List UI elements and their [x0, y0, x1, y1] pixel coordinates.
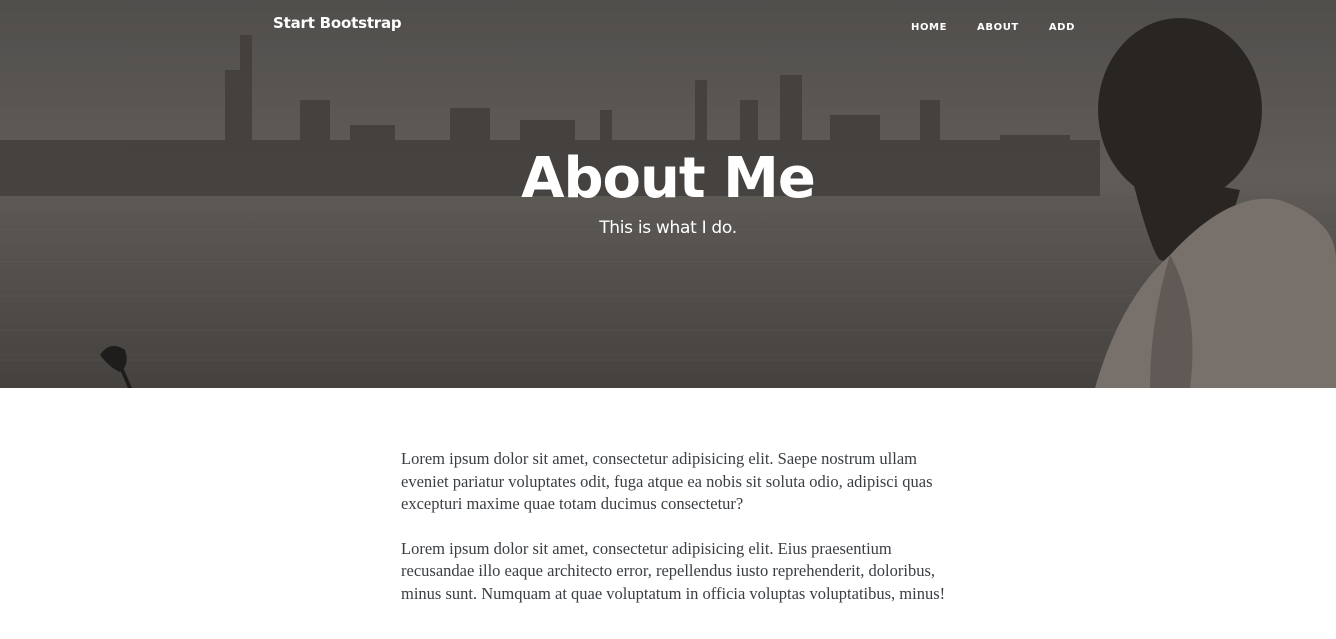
content-paragraph: Lorem ipsum dolor sit amet, consectetur …: [401, 538, 946, 603]
nav-links: HOME ABOUT ADD: [911, 17, 1075, 35]
page-title: About Me: [521, 146, 816, 211]
content-paragraph: Lorem ipsum dolor sit amet, consectetur …: [401, 449, 933, 513]
nav-item-home: HOME: [911, 17, 947, 35]
nav-item-about: ABOUT: [977, 17, 1019, 35]
navbar: Start Bootstrap HOME ABOUT ADD: [0, 0, 1336, 48]
page-heading: About Me This is what I do.: [0, 144, 1336, 240]
nav-link-about[interactable]: ABOUT: [977, 22, 1019, 33]
page-subheading: This is what I do.: [599, 218, 737, 238]
main-content: Lorem ipsum dolor sit amet, consectetur …: [401, 448, 951, 627]
nav-link-add[interactable]: ADD: [1049, 22, 1075, 33]
brand-link[interactable]: Start Bootstrap: [273, 14, 402, 32]
nav-link-home[interactable]: HOME: [911, 22, 947, 33]
masthead: Start Bootstrap HOME ABOUT ADD About Me …: [0, 0, 1336, 388]
nav-item-add: ADD: [1049, 17, 1075, 35]
